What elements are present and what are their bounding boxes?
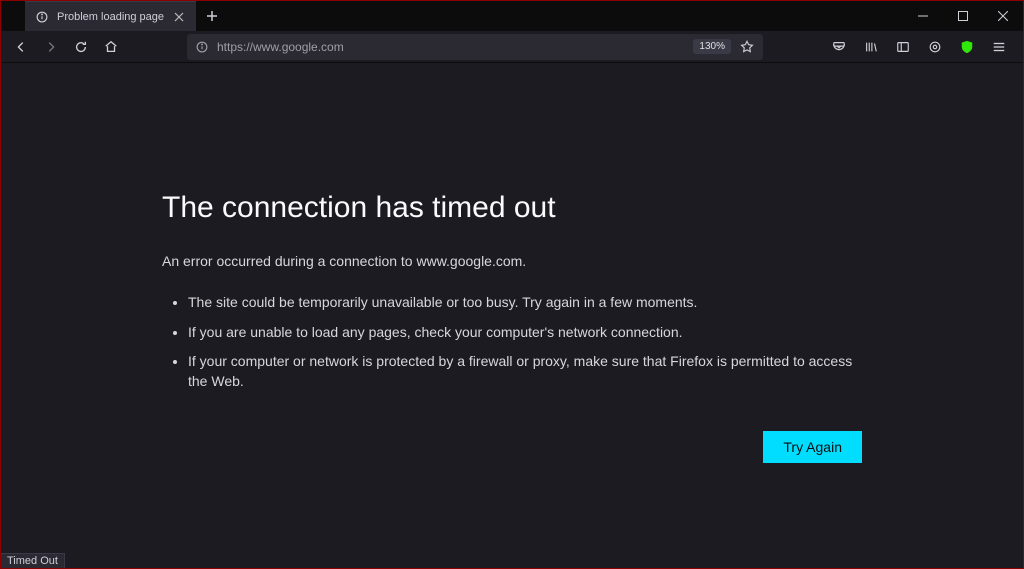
pocket-icon[interactable] — [825, 33, 853, 61]
error-description: An error occurred during a connection to… — [162, 253, 862, 269]
list-item: If you are unable to load any pages, che… — [188, 323, 862, 343]
list-item: The site could be temporarily unavailabl… — [188, 293, 862, 313]
url-bar[interactable]: https://www.google.com 130% — [187, 34, 763, 60]
home-button[interactable] — [97, 33, 125, 61]
url-text: https://www.google.com — [217, 40, 344, 54]
nav-bar: https://www.google.com 130% — [1, 31, 1023, 63]
library-icon[interactable] — [857, 33, 885, 61]
error-title: The connection has timed out — [162, 191, 862, 225]
bookmark-star-icon[interactable] — [739, 39, 755, 55]
status-bar: Timed Out — [1, 553, 65, 568]
info-icon[interactable] — [195, 40, 209, 54]
zoom-badge[interactable]: 130% — [693, 39, 731, 54]
try-again-button[interactable]: Try Again — [763, 431, 862, 463]
page-content: The connection has timed out An error oc… — [1, 63, 1023, 550]
error-container: The connection has timed out An error oc… — [162, 191, 862, 550]
reload-button[interactable] — [67, 33, 95, 61]
forward-button[interactable] — [37, 33, 65, 61]
tab-spacer — [1, 1, 25, 31]
window-controls — [903, 1, 1023, 31]
shield-icon[interactable] — [953, 33, 981, 61]
menu-icon[interactable] — [985, 33, 1013, 61]
maximize-button[interactable] — [943, 1, 983, 31]
info-icon — [35, 10, 49, 24]
minimize-button[interactable] — [903, 1, 943, 31]
new-tab-button[interactable] — [196, 1, 228, 31]
sidebar-icon[interactable] — [889, 33, 917, 61]
toolbar-right — [825, 33, 1017, 61]
tab-bar: Problem loading page — [1, 1, 1023, 31]
extension-icon[interactable] — [921, 33, 949, 61]
back-button[interactable] — [7, 33, 35, 61]
close-icon[interactable] — [172, 10, 186, 24]
error-suggestion-list: The site could be temporarily unavailabl… — [162, 293, 862, 391]
browser-tab[interactable]: Problem loading page — [25, 1, 196, 31]
tab-title: Problem loading page — [57, 11, 164, 23]
list-item: If your computer or network is protected… — [188, 352, 862, 391]
window-close-button[interactable] — [983, 1, 1023, 31]
